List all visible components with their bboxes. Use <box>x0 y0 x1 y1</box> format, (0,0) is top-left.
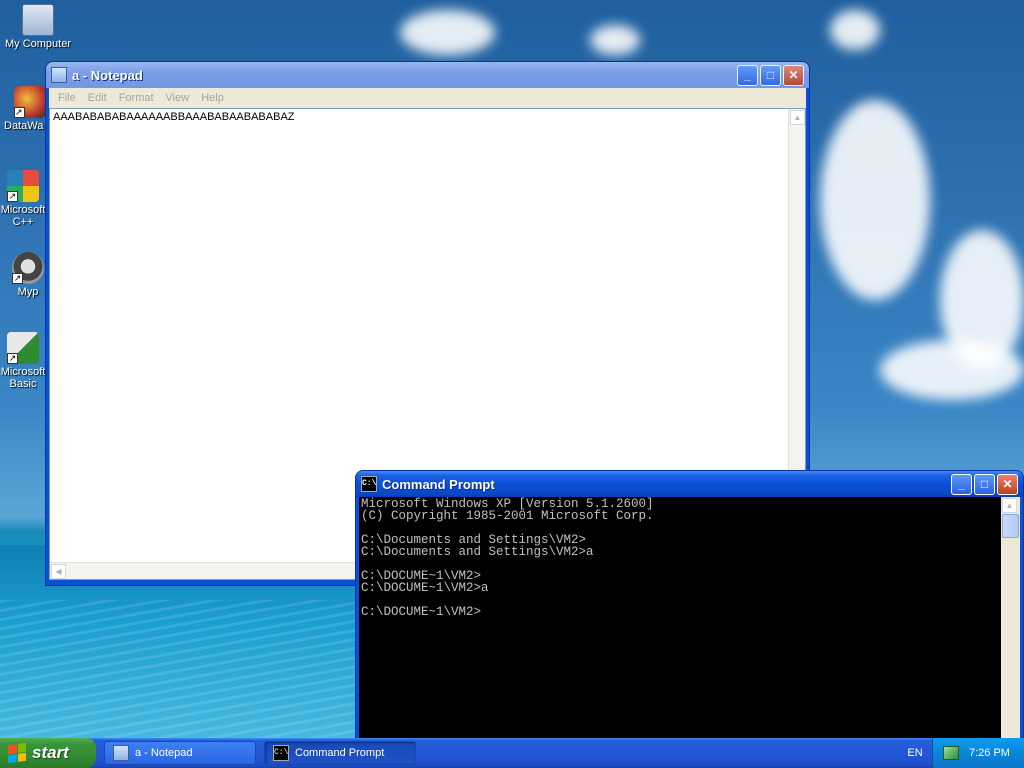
console-line: C:\Documents and Settings\VM2>a <box>361 545 594 559</box>
system-tray: 7:26 PM <box>932 738 1024 768</box>
visual-cpp-icon: ↗ <box>7 170 39 202</box>
cloud <box>820 100 930 300</box>
taskbar-item-label: Command Prompt <box>295 747 385 759</box>
minimize-button[interactable]: _ <box>951 473 972 495</box>
close-button[interactable]: ✕ <box>783 64 804 86</box>
desktop-icon-label: Microsoft Basic <box>0 366 46 390</box>
console-output[interactable]: Microsoft Windows XP [Version 5.1.2600](… <box>359 497 1020 740</box>
console-line: C:\DOCUME~1\VM2>a <box>361 581 489 595</box>
notepad-title: a - Notepad <box>72 67 143 83</box>
desktop-icon-my-computer[interactable]: My Computer <box>0 4 76 50</box>
start-label: start <box>32 743 69 762</box>
menu-file[interactable]: File <box>52 92 82 104</box>
network-icon[interactable] <box>943 746 959 760</box>
command-prompt-icon[interactable]: C:\ <box>361 476 377 492</box>
computer-icon <box>22 4 54 36</box>
scroll-up-icon[interactable]: ▲ <box>790 110 805 125</box>
menu-view[interactable]: View <box>160 92 196 104</box>
taskbar-item-command-prompt[interactable]: C:\ Command Prompt <box>264 741 416 765</box>
command-prompt-titlebar[interactable]: C:\ Command Prompt _ □ ✕ <box>356 471 1023 497</box>
desktop-icon-label: Myp <box>17 286 39 298</box>
desktop-icon-label: Microsoft C++ <box>0 204 46 228</box>
taskbar-item-label: a - Notepad <box>135 747 193 759</box>
cloud <box>880 340 1024 400</box>
minimize-button[interactable]: _ <box>737 64 758 86</box>
cloud <box>400 10 495 55</box>
language-indicator[interactable]: EN <box>898 738 932 768</box>
windows-flag-icon <box>8 742 26 764</box>
desktop-icon-microsoft-cpp[interactable]: ↗ Microsoft C++ <box>0 170 48 228</box>
close-button[interactable]: ✕ <box>997 473 1018 495</box>
clock[interactable]: 7:26 PM <box>969 747 1010 759</box>
start-button[interactable]: start <box>0 738 96 768</box>
desktop-icon-microsoft-basic[interactable]: ↗ Microsoft Basic <box>0 332 48 390</box>
maximize-button[interactable]: □ <box>974 473 995 495</box>
shortcut-arrow-icon: ↗ <box>7 353 18 364</box>
visual-basic-icon: ↗ <box>7 332 39 364</box>
command-prompt-window[interactable]: C:\ Command Prompt _ □ ✕ Microsoft Windo… <box>355 470 1024 740</box>
scroll-thumb[interactable] <box>1002 514 1019 538</box>
notepad-titlebar[interactable]: a - Notepad _ □ ✕ <box>46 62 809 88</box>
console-text: Microsoft Windows XP [Version 5.1.2600](… <box>361 498 998 619</box>
shortcut-arrow-icon: ↗ <box>12 273 23 284</box>
desktop-icon-label: My Computer <box>4 38 72 50</box>
command-prompt-title: Command Prompt <box>382 476 495 492</box>
shortcut-arrow-icon: ↗ <box>14 107 25 118</box>
cloud <box>830 10 880 50</box>
notepad-menubar: File Edit Format View Help <box>49 88 806 108</box>
raccoon-icon: ↗ <box>12 252 44 284</box>
notepad-content: AAABABABABAAAAAABBAAABABAABABABAZ <box>53 111 295 123</box>
menu-help[interactable]: Help <box>195 92 230 104</box>
console-scrollbar[interactable]: ▲ <box>1001 497 1020 740</box>
console-line: C:\DOCUME~1\VM2> <box>361 605 482 619</box>
taskbar: start a - Notepad C:\ Command Prompt EN … <box>0 738 1024 768</box>
console-line: (C) Copyright 1985-2001 Microsoft Corp. <box>361 509 654 523</box>
maximize-button[interactable]: □ <box>760 64 781 86</box>
sea-sparkle <box>0 600 360 738</box>
taskbar-item-notepad[interactable]: a - Notepad <box>104 741 256 765</box>
desktop-icon-myp[interactable]: ↗ Myp <box>8 252 48 298</box>
menu-edit[interactable]: Edit <box>82 92 113 104</box>
menu-format[interactable]: Format <box>113 92 160 104</box>
scroll-left-icon[interactable]: ◀ <box>51 564 66 579</box>
app-icon: ↗ <box>14 86 46 118</box>
shortcut-arrow-icon: ↗ <box>7 191 18 202</box>
scroll-up-icon[interactable]: ▲ <box>1002 498 1017 513</box>
command-prompt-icon: C:\ <box>273 745 289 761</box>
notepad-icon[interactable] <box>51 67 67 83</box>
notepad-icon <box>113 745 129 761</box>
cloud <box>590 25 640 55</box>
